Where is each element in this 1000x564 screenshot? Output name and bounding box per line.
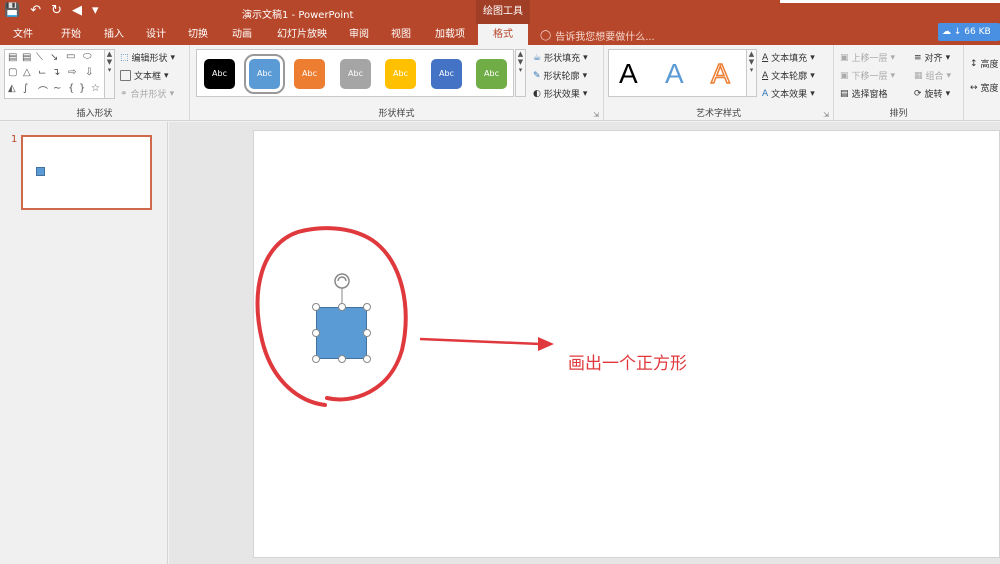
rotate-handle-icon[interactable]	[334, 273, 350, 289]
resize-handle-right[interactable]	[363, 329, 371, 337]
annotation-overlay	[255, 226, 554, 407]
selected-square-shape[interactable]	[316, 307, 367, 359]
resize-handle-bottom-right[interactable]	[363, 355, 371, 363]
resize-handle-left[interactable]	[312, 329, 320, 337]
resize-handle-top[interactable]	[338, 303, 346, 311]
resize-handle-bottom[interactable]	[338, 355, 346, 363]
resize-handle-bottom-left[interactable]	[312, 355, 320, 363]
resize-handle-top-right[interactable]	[363, 303, 371, 311]
annotation-arrow-line	[419, 337, 541, 346]
annotation-arrow-head	[538, 337, 554, 351]
resize-handle-top-left[interactable]	[312, 303, 320, 311]
annotation-text: 画出一个正方形	[568, 354, 687, 374]
